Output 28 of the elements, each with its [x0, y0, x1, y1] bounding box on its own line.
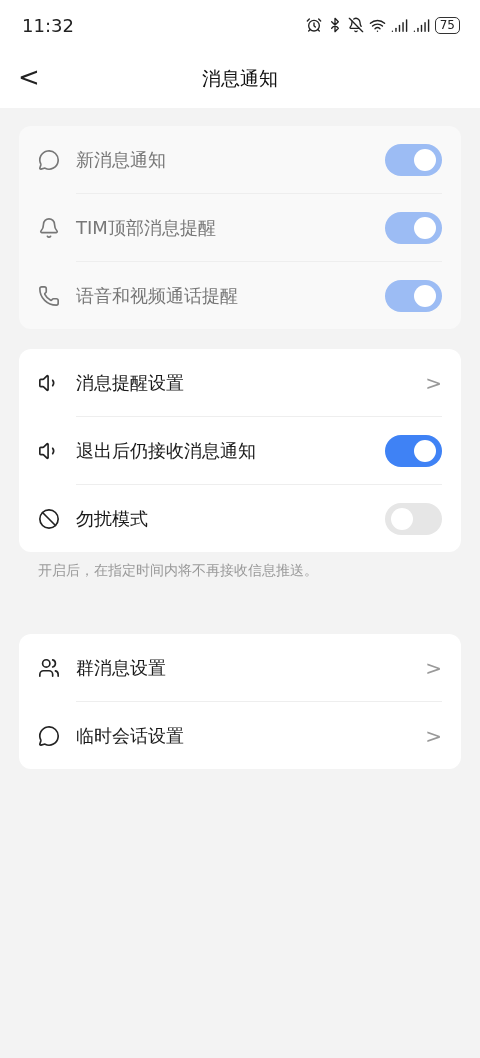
- setting-label: 临时会话设置: [76, 723, 185, 748]
- back-button[interactable]: <: [12, 62, 46, 92]
- toggle-switch[interactable]: [385, 434, 442, 467]
- setting-label: 勿扰模式: [76, 506, 149, 531]
- battery-level: 75: [434, 16, 460, 34]
- setting-label: 语音和视频通话提醒: [76, 283, 239, 308]
- status-time: 11:32: [22, 14, 74, 36]
- signal-icon: [412, 16, 430, 34]
- chevron-icon[interactable]: >: [425, 655, 442, 680]
- phone-icon: [38, 284, 60, 307]
- people-icon: [38, 656, 60, 679]
- chevron-icon[interactable]: >: [425, 723, 442, 748]
- alarm-icon: [305, 17, 322, 33]
- setting-label: 消息提醒设置: [76, 370, 185, 395]
- footnote: 开启后，在指定时间内将不再接收信息推送。: [37, 561, 319, 580]
- signal-icon: [390, 16, 408, 34]
- chat-bubble-icon: [38, 148, 60, 171]
- setting-label: 退出后仍接收消息通知: [76, 438, 257, 463]
- prohibited-icon: [38, 507, 60, 530]
- page-title: 消息通知: [202, 66, 278, 91]
- setting-label: TIM顶部消息提醒: [76, 215, 217, 240]
- bell-icon: [38, 216, 60, 239]
- bell-off-icon: [347, 17, 364, 33]
- setting-label: 新消息通知: [76, 147, 167, 172]
- setting-label: 群消息设置: [76, 655, 167, 680]
- chat-bubble-icon: [38, 724, 60, 747]
- toggle-switch[interactable]: [385, 502, 442, 535]
- chevron-icon[interactable]: >: [425, 370, 442, 395]
